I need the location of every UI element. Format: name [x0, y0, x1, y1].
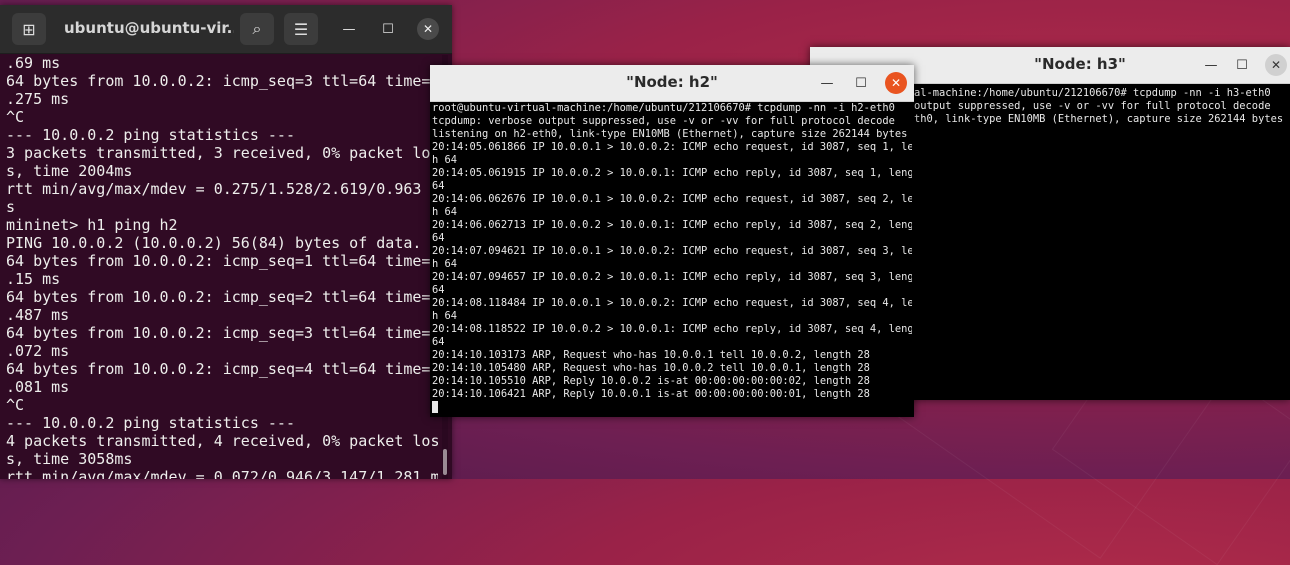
text-cursor: [432, 401, 438, 413]
terminal-line: .15 ms: [6, 270, 61, 288]
terminal-line: 64: [432, 284, 445, 296]
terminal-line: s: [6, 198, 16, 216]
close-button-h2[interactable]: ✕: [885, 72, 907, 94]
terminal-line: .69 ms: [6, 54, 61, 72]
maximize-icon: ☐: [855, 75, 867, 91]
terminal-window-main[interactable]: ⊞ ubuntu@ubuntu-vir... ⌕ ☰ — ☐ ✕ .69 ms 6…: [0, 5, 452, 479]
close-icon: ✕: [422, 22, 434, 36]
hamburger-menu-icon: ☰: [293, 19, 309, 39]
terminal-output[interactable]: .69 ms 64 bytes from 10.0.0.2: icmp_seq=3…: [6, 54, 438, 479]
window-title-h3: "Node: h3": [1034, 55, 1126, 73]
terminal-line: 64 bytes from 10.0.0.2: icmp_seq=2 ttl=6…: [6, 288, 431, 306]
terminal-line: mininet> h1 ping h2: [6, 216, 178, 234]
close-icon: ✕: [890, 76, 902, 90]
terminal-line: root@ubuntu-virtual-machine:/home/ubuntu…: [432, 102, 895, 114]
window-title-h2: "Node: h2": [626, 73, 718, 91]
terminal-line: --- 10.0.0.2 ping statistics ---: [6, 414, 295, 432]
minimize-icon: —: [1204, 57, 1218, 73]
terminal-line: 20:14:07.094657 IP 10.0.0.2 > 10.0.0.1: …: [432, 271, 912, 283]
terminal-line: rtt min/avg/max/mdev = 0.275/1.528/2.619…: [6, 180, 438, 198]
terminal-line: .487 ms: [6, 306, 70, 324]
terminal-output-h2[interactable]: root@ubuntu-virtual-machine:/home/ubuntu…: [432, 102, 912, 417]
terminal-line: 64: [432, 180, 445, 192]
terminal-line: 64 bytes from 10.0.0.2: icmp_seq=1 ttl=6…: [6, 252, 431, 270]
terminal-line: 20:14:08.118522 IP 10.0.0.2 > 10.0.0.1: …: [432, 323, 912, 335]
terminal-line: output suppressed, use -v or -vv for ful…: [914, 100, 1271, 112]
terminal-line: 20:14:08.118484 IP 10.0.0.1 > 10.0.0.2: …: [432, 297, 912, 309]
terminal-line: al-machine:/home/ubuntu/212106670# tcpdu…: [914, 87, 1271, 99]
new-tab-button[interactable]: ⊞: [12, 13, 46, 45]
terminal-line: 64 bytes from 10.0.0.2: icmp_seq=4 ttl=6…: [6, 360, 431, 378]
search-icon: ⌕: [252, 19, 262, 38]
terminal-line: PING 10.0.0.2 (10.0.0.2) 56(84) bytes of…: [6, 234, 422, 252]
terminal-line: rtt min/avg/max/mdev = 0.072/0.946/3.147…: [6, 468, 438, 479]
terminal-line: 20:14:10.105480 ARP, Request who-has 10.…: [432, 362, 870, 374]
terminal-line: 20:14:07.094621 IP 10.0.0.1 > 10.0.0.2: …: [432, 245, 912, 257]
terminal-line: .072 ms: [6, 342, 70, 360]
terminal-line: s, time 3058ms: [6, 450, 133, 468]
xterm-titlebar-h2[interactable]: "Node: h2" — ☐ ✕: [430, 65, 914, 102]
terminal-line: .081 ms: [6, 378, 70, 396]
terminal-line: h 64: [432, 310, 458, 322]
terminal-line: 20:14:10.105510 ARP, Reply 10.0.0.2 is-a…: [432, 375, 870, 387]
terminal-line: th0, link-type EN10MB (Ethernet), captur…: [914, 113, 1284, 125]
terminal-line: 3 packets transmitted, 3 received, 0% pa…: [6, 144, 438, 162]
terminal-line: ^C: [6, 396, 25, 414]
terminal-line: listening on h2-eth0, link-type EN10MB (…: [432, 128, 908, 140]
terminal-line: s, time 2004ms: [6, 162, 133, 180]
maximize-icon: ☐: [1236, 57, 1248, 73]
menu-button[interactable]: ☰: [284, 13, 318, 45]
terminal-line: 20:14:10.106421 ARP, Reply 10.0.0.1 is-a…: [432, 388, 870, 400]
close-button-h3[interactable]: ✕: [1265, 54, 1287, 76]
terminal-line: 64: [432, 336, 445, 348]
close-icon: ✕: [1270, 58, 1282, 72]
close-button[interactable]: ✕: [417, 18, 439, 40]
terminal-line: 64 bytes from 10.0.0.2: icmp_seq=3 ttl=6…: [6, 72, 431, 90]
minimize-button[interactable]: —: [338, 18, 360, 40]
terminal-line: 20:14:05.061915 IP 10.0.0.2 > 10.0.0.1: …: [432, 167, 912, 179]
terminal-line: h 64: [432, 258, 458, 270]
maximize-icon: ☐: [382, 21, 394, 37]
xterm-window-h2[interactable]: "Node: h2" — ☐ ✕ root@ubuntu-virtual-mac…: [430, 65, 914, 417]
minimize-icon: —: [342, 21, 356, 37]
terminal-line: tcpdump: verbose output suppressed, use …: [432, 115, 895, 127]
terminal-line: .275 ms: [6, 90, 70, 108]
maximize-button-h2[interactable]: ☐: [850, 72, 872, 94]
minimize-icon: —: [820, 75, 834, 91]
terminal-line: 4 packets transmitted, 4 received, 0% pa…: [6, 432, 438, 450]
terminal-line: h 64: [432, 206, 458, 218]
terminal-line: 20:14:06.062676 IP 10.0.0.1 > 10.0.0.2: …: [432, 193, 912, 205]
terminal-line: 20:14:10.103173 ARP, Request who-has 10.…: [432, 349, 870, 361]
terminal-line: h 64: [432, 154, 458, 166]
search-button[interactable]: ⌕: [240, 13, 274, 45]
minimize-button-h2[interactable]: —: [816, 72, 838, 94]
terminal-line: --- 10.0.0.2 ping statistics ---: [6, 126, 295, 144]
terminal-line: 64 bytes from 10.0.0.2: icmp_seq=3 ttl=6…: [6, 324, 431, 342]
maximize-button[interactable]: ☐: [377, 18, 399, 40]
maximize-button-h3[interactable]: ☐: [1231, 54, 1253, 76]
scrollbar-thumb[interactable]: [443, 449, 447, 475]
new-tab-icon: ⊞: [22, 19, 36, 39]
terminal-output-h3[interactable]: al-machine:/home/ubuntu/212106670# tcpdu…: [914, 87, 1288, 400]
terminal-line: ^C: [6, 108, 25, 126]
terminal-titlebar[interactable]: ⊞ ubuntu@ubuntu-vir... ⌕ ☰ — ☐ ✕: [0, 5, 452, 54]
terminal-line: 20:14:06.062713 IP 10.0.0.2 > 10.0.0.1: …: [432, 219, 912, 231]
window-title: ubuntu@ubuntu-vir...: [64, 19, 234, 37]
terminal-line: 20:14:05.061866 IP 10.0.0.1 > 10.0.0.2: …: [432, 141, 912, 153]
minimize-button-h3[interactable]: —: [1200, 54, 1222, 76]
terminal-line: 64: [432, 232, 445, 244]
